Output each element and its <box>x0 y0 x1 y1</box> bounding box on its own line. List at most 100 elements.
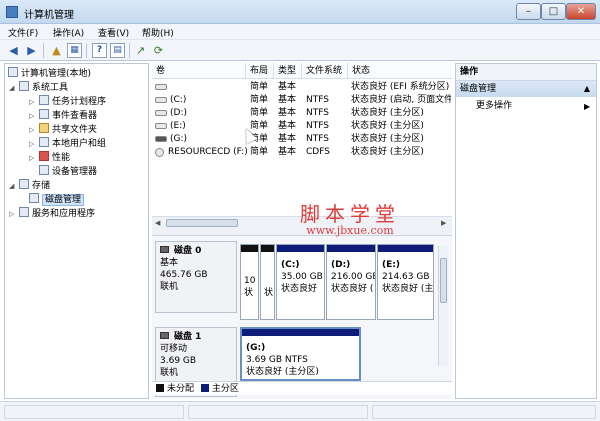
actions-pane: 操作 磁盘管理 ▲ 更多操作 ▶ <box>455 63 597 399</box>
tree-item-performance[interactable]: ▷ 性能 <box>29 151 70 163</box>
volume-list: 简单 基本 状态良好 (EFI 系统分区) (C:) 简单 基本 NTFS 状态… <box>152 79 452 216</box>
drive-icon <box>155 123 167 129</box>
event-log-icon <box>39 109 49 119</box>
help-icon[interactable]: ? <box>92 43 107 58</box>
hard-disk-icon <box>160 246 169 253</box>
collapse-up-icon[interactable]: ▲ <box>584 81 590 97</box>
table-row[interactable]: (D:) 简单 基本 NTFS 状态良好 (主分区) <box>152 107 452 120</box>
partition-legend: 未分配 主分区 <box>152 381 452 395</box>
status-bar <box>0 401 600 421</box>
services-icon <box>19 207 29 217</box>
disk-graphical-view: 磁盘 0 基本 465.76 GB 联机 10 状 状 (C:) 35.00 G… <box>152 236 452 399</box>
actions-section-disk-management[interactable]: 磁盘管理 ▲ <box>456 81 596 97</box>
console-tree-icon[interactable]: ▦ <box>67 43 82 58</box>
tree-item-shared-folders[interactable]: ▷ 共享文件夹 <box>29 123 97 135</box>
folder-up-icon[interactable]: ▲ <box>49 43 64 58</box>
submenu-arrow-icon[interactable]: ▶ <box>584 100 590 113</box>
column-header-filesystem[interactable]: 文件系统 <box>302 63 348 79</box>
menu-bar: 文件(F) 操作(A) 查看(V) 帮助(H) <box>0 24 600 40</box>
folder-icon <box>39 123 49 133</box>
column-header-type[interactable]: 类型 <box>274 63 302 79</box>
refresh-icon[interactable]: ⟳ <box>151 43 166 58</box>
watermark: 脚本学堂 www.jbxue.com <box>300 202 400 237</box>
title-bar: 计算机管理 – □ ✕ <box>0 0 600 24</box>
users-icon <box>39 137 49 147</box>
toolbar-separator <box>43 43 44 58</box>
volume-list-header: 卷 布局 类型 文件系统 状态 <box>152 63 452 79</box>
collapsed-arrow-icon[interactable]: ▷ <box>29 124 37 136</box>
drive-icon <box>155 110 167 116</box>
table-row[interactable]: (G:) 简单 基本 NTFS 状态良好 (主分区) <box>152 133 452 146</box>
menu-file[interactable]: 文件(F) <box>8 26 38 39</box>
disk-0-partition-c[interactable]: (C:) 35.00 GB 状态良好 <box>276 244 325 320</box>
expanded-arrow-icon[interactable]: ◢ <box>9 180 17 192</box>
properties-icon[interactable]: ▤ <box>110 43 125 58</box>
table-row[interactable]: (E:) 简单 基本 NTFS 状态良好 (主分区) <box>152 120 452 133</box>
collapsed-arrow-icon[interactable]: ▷ <box>29 152 37 164</box>
cd-drive-icon <box>155 148 164 157</box>
menu-view[interactable]: 查看(V) <box>98 26 129 39</box>
window-title: 计算机管理 <box>24 10 74 21</box>
unallocated-swatch <box>156 384 164 392</box>
tree-item-storage[interactable]: ◢ 存储 <box>9 179 50 191</box>
expanded-arrow-icon[interactable]: ◢ <box>9 82 17 94</box>
table-row[interactable]: RESOURCECD (F:) 简单 基本 CDFS 状态良好 (主分区) <box>152 146 452 159</box>
toolbar: ◀ ▶ ▲ ▦ ? ▤ ↗ ⟳ <box>0 40 600 61</box>
tree-item-event-viewer[interactable]: ▷ 事件查看器 <box>29 109 97 121</box>
menu-action[interactable]: 操作(A) <box>53 26 84 39</box>
minimize-button[interactable]: – <box>516 3 541 20</box>
collapsed-arrow-icon[interactable]: ▷ <box>29 96 37 108</box>
status-segment <box>188 405 368 419</box>
table-row[interactable]: (C:) 简单 基本 NTFS 状态良好 (启动, 页面文件 <box>152 94 452 107</box>
menu-help[interactable]: 帮助(H) <box>142 26 174 39</box>
performance-icon <box>39 151 49 161</box>
collapsed-arrow-icon[interactable]: ▷ <box>29 110 37 122</box>
tree-item-disk-management[interactable]: 磁盘管理 <box>29 193 85 206</box>
tools-icon <box>19 81 29 91</box>
tree-item-services-apps[interactable]: ▷ 服务和应用程序 <box>9 207 95 219</box>
removable-disk-icon <box>160 332 169 339</box>
actions-header: 操作 <box>456 64 596 81</box>
scrollbar-thumb[interactable] <box>440 258 447 303</box>
back-arrow-icon[interactable]: ◀ <box>6 43 21 58</box>
drive-icon <box>155 84 167 90</box>
column-header-status[interactable]: 状态 <box>348 63 452 79</box>
forward-arrow-icon[interactable]: ▶ <box>24 43 39 58</box>
table-row[interactable]: 简单 基本 状态良好 (EFI 系统分区) <box>152 81 452 94</box>
toolbar-separator <box>129 43 130 58</box>
console-tree: 计算机管理(本地) ◢ 系统工具 ▷ 任务计划程序 ▷ 事件查看器 ▷ 共享文件夹 ▷ 本… <box>4 63 149 399</box>
computer-icon <box>8 67 18 77</box>
drive-icon <box>155 97 167 103</box>
collapsed-arrow-icon[interactable]: ▷ <box>29 138 37 150</box>
disk-0-partition-efi[interactable]: 10 状 <box>240 244 259 320</box>
tree-item-device-manager[interactable]: 设备管理器 <box>39 165 97 177</box>
maximize-button[interactable]: □ <box>541 3 566 20</box>
export-icon[interactable]: ↗ <box>133 43 148 58</box>
toolbar-separator <box>86 43 87 58</box>
tree-item-task-scheduler[interactable]: ▷ 任务计划程序 <box>29 95 106 107</box>
tree-item-local-users[interactable]: ▷ 本地用户和组 <box>29 137 106 149</box>
collapsed-arrow-icon[interactable]: ▷ <box>9 208 17 220</box>
clock-icon <box>39 95 49 105</box>
disk-0-label[interactable]: 磁盘 0 基本 465.76 GB 联机 <box>155 241 237 313</box>
storage-icon <box>19 179 29 189</box>
status-segment <box>372 405 596 419</box>
usb-drive-icon <box>155 136 167 142</box>
scrollbar-thumb[interactable] <box>166 219 238 227</box>
status-segment <box>4 405 184 419</box>
column-header-layout[interactable]: 布局 <box>246 63 274 79</box>
disk-0-partition-small[interactable]: 状 <box>260 244 275 320</box>
disk-1-partition-g[interactable]: (G:) 3.69 GB NTFS 状态良好 (主分区) <box>240 327 361 381</box>
disk-view-vertical-scrollbar[interactable] <box>438 246 448 366</box>
disk-0-partition-d[interactable]: (D:) 216.00 GB 状态良好 ( <box>326 244 376 320</box>
tree-item-system-tools[interactable]: ◢ 系统工具 <box>9 81 68 93</box>
device-manager-icon <box>39 165 49 175</box>
close-button[interactable]: ✕ <box>566 3 596 20</box>
more-actions-link[interactable]: 更多操作 <box>476 100 512 113</box>
computer-management-icon <box>6 6 18 18</box>
column-header-volume[interactable]: 卷 <box>152 63 246 79</box>
primary-partition-swatch <box>200 384 209 392</box>
disk-0-partition-e[interactable]: (E:) 214.63 GB 状态良好 (主 <box>377 244 434 320</box>
tree-item-computer-management[interactable]: 计算机管理(本地) <box>8 67 91 79</box>
disk-management-icon <box>29 193 39 203</box>
